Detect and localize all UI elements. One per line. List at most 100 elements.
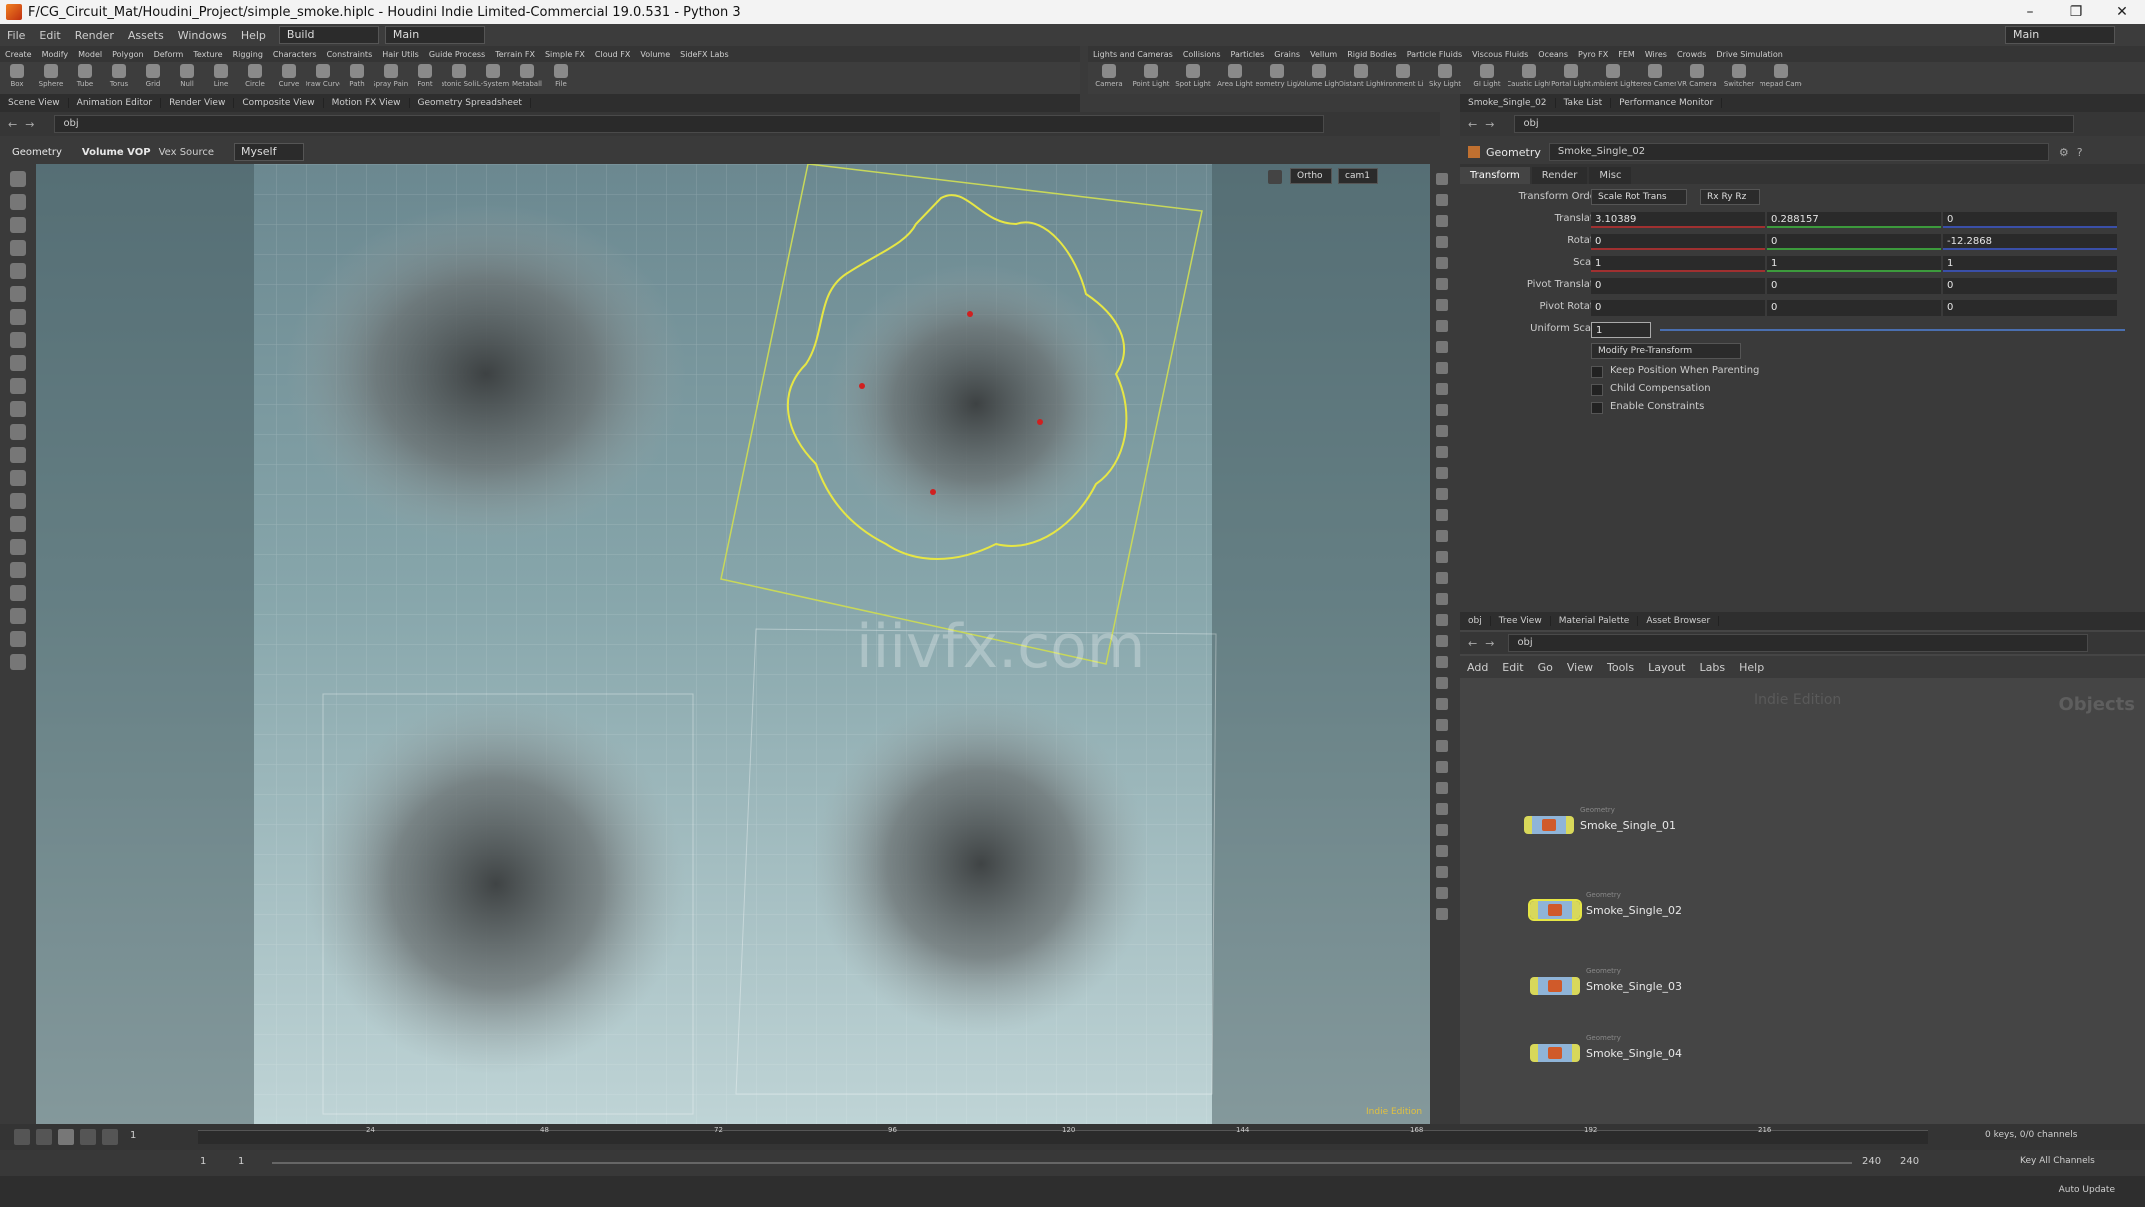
rotate-y-field[interactable]: 0	[1767, 234, 1941, 250]
node-smoke-single-01[interactable]: Geometry Smoke_Single_01	[1524, 806, 1676, 834]
shelf-tab-drive-simulation[interactable]: Drive Simulation	[1711, 50, 1787, 59]
network-editor[interactable]: obj Tree View Material Palette Asset Bro…	[1460, 612, 2145, 1124]
params-back-arrow-icon[interactable]: ←	[1468, 118, 1477, 131]
shelf-tab-create[interactable]: Create	[0, 50, 37, 59]
display-option-icon[interactable]	[1436, 719, 1448, 731]
display-option-icon[interactable]	[1436, 656, 1448, 668]
shelf-tool-l-system[interactable]: L-System	[476, 62, 510, 94]
display-option-icon[interactable]	[1436, 404, 1448, 416]
display-option-icon[interactable]	[1436, 236, 1448, 248]
modify-pre-transform-select[interactable]: Modify Pre-Transform	[1591, 343, 1741, 359]
shelf-tab-particle-fluids[interactable]: Particle Fluids	[1402, 50, 1467, 59]
rotate-x-field[interactable]: 0	[1591, 234, 1765, 250]
transform-order-select[interactable]: Scale Rot Trans	[1591, 189, 1687, 205]
pane-tab-scene-view[interactable]: Scene View	[0, 98, 69, 108]
display-option-icon[interactable]	[1436, 866, 1448, 878]
range-start2-field[interactable]: 1	[238, 1156, 244, 1167]
viewport-tool-icon[interactable]	[10, 355, 26, 371]
shelf-tool-gi-light[interactable]: GI Light	[1466, 62, 1508, 94]
step-back-button[interactable]	[36, 1129, 52, 1145]
pivot-rotate-x-field[interactable]: 0	[1591, 300, 1765, 316]
net-back-arrow-icon[interactable]: ←	[1468, 637, 1477, 650]
display-option-icon[interactable]	[1436, 572, 1448, 584]
minimize-button[interactable]: –	[2007, 0, 2053, 24]
menu-help[interactable]: Help	[234, 29, 273, 42]
display-option-icon[interactable]	[1436, 215, 1448, 227]
display-option-icon[interactable]	[1436, 194, 1448, 206]
net-forward-arrow-icon[interactable]: →	[1485, 637, 1494, 650]
display-option-icon[interactable]	[1436, 320, 1448, 332]
net-menu-add[interactable]: Add	[1460, 661, 1495, 674]
display-option-icon[interactable]	[1436, 635, 1448, 647]
viewport-tool-icon[interactable]	[10, 493, 26, 509]
shelf-tab-modify[interactable]: Modify	[37, 50, 74, 59]
viewport-tool-icon[interactable]	[10, 447, 26, 463]
shelf-tab-volume[interactable]: Volume	[635, 50, 675, 59]
display-option-icon[interactable]	[1436, 803, 1448, 815]
shelf-tool-null[interactable]: Null	[170, 62, 204, 94]
jump-start-button[interactable]	[14, 1129, 30, 1145]
shelf-tab-vellum[interactable]: Vellum	[1305, 50, 1342, 59]
shelf-tool-volume-light[interactable]: Volume Light	[1298, 62, 1340, 94]
display-option-icon[interactable]	[1436, 299, 1448, 311]
node-smoke-single-04[interactable]: Geometry Smoke_Single_04	[1530, 1034, 1682, 1062]
tab-tree-view[interactable]: Tree View	[1491, 616, 1551, 626]
viewport-path-input[interactable]: obj	[54, 115, 1325, 133]
enable-constraints-checkbox[interactable]	[1591, 402, 1603, 414]
tab-material-palette[interactable]: Material Palette	[1551, 616, 1639, 626]
shelf-tab-terrain-fx[interactable]: Terrain FX	[490, 50, 540, 59]
range-slider[interactable]	[272, 1162, 1852, 1164]
viewport-tool-icon[interactable]	[10, 516, 26, 532]
handle-point[interactable]	[967, 311, 973, 317]
stop-button[interactable]	[58, 1129, 74, 1145]
display-option-icon[interactable]	[1436, 446, 1448, 458]
display-option-icon[interactable]	[1436, 341, 1448, 353]
display-option-icon[interactable]	[1436, 425, 1448, 437]
net-menu-go[interactable]: Go	[1531, 661, 1560, 674]
key-all-channels-button[interactable]: Key All Channels	[2020, 1156, 2095, 1166]
pane-tab-animation-editor[interactable]: Animation Editor	[69, 98, 162, 108]
pane-tab-render-view[interactable]: Render View	[161, 98, 235, 108]
menu-render[interactable]: Render	[68, 29, 121, 42]
display-option-icon[interactable]	[1436, 887, 1448, 899]
shelf-tab-model[interactable]: Model	[73, 50, 107, 59]
shelf-tool-spray-paint[interactable]: Spray Paint	[374, 62, 408, 94]
tab-transform[interactable]: Transform	[1460, 167, 1530, 184]
viewport-tool-icon[interactable]	[10, 309, 26, 325]
myself-select[interactable]: Myself	[234, 143, 305, 161]
pane-tab-motion-fx-view[interactable]: Motion FX View	[324, 98, 410, 108]
translate-x-field[interactable]: 3.10389	[1591, 212, 1765, 228]
smoke-cloud-02[interactable]	[826, 264, 1126, 544]
shelf-tool-grid[interactable]: Grid	[136, 62, 170, 94]
viewport-tool-icon[interactable]	[10, 654, 26, 670]
shelf-tab-simple-fx[interactable]: Simple FX	[540, 50, 590, 59]
display-option-icon[interactable]	[1436, 362, 1448, 374]
shelf-tool-curve[interactable]: Curve	[272, 62, 306, 94]
display-option-icon[interactable]	[1436, 173, 1448, 185]
shelf-tab-hair-utils[interactable]: Hair Utils	[377, 50, 424, 59]
shelf-tool-platonic-solids[interactable]: Platonic Solids	[442, 62, 476, 94]
shelf-tab-fem[interactable]: FEM	[1613, 50, 1640, 59]
shelf-tab-particles[interactable]: Particles	[1226, 50, 1270, 59]
range-end2-field[interactable]: 240	[1900, 1156, 1919, 1167]
pane-tab-composite-view[interactable]: Composite View	[234, 98, 324, 108]
scale-x-field[interactable]: 1	[1591, 256, 1765, 272]
viewport-tool-icon[interactable]	[10, 286, 26, 302]
handle-point[interactable]	[859, 383, 865, 389]
display-option-icon[interactable]	[1436, 488, 1448, 500]
node-name-input[interactable]: Smoke_Single_02	[1548, 143, 2049, 161]
net-menu-tools[interactable]: Tools	[1600, 661, 1641, 674]
geometry-context-label[interactable]: Geometry	[12, 147, 62, 158]
display-option-icon[interactable]	[1436, 845, 1448, 857]
shelf-tool-camera[interactable]: Camera	[1088, 62, 1130, 94]
network-path-input[interactable]: obj	[1508, 634, 2089, 652]
display-option-icon[interactable]	[1436, 509, 1448, 521]
range-start-field[interactable]: 1	[200, 1156, 206, 1167]
shelf-tab-sidefx-labs[interactable]: SideFX Labs	[675, 50, 734, 59]
range-end-field[interactable]: 240	[1862, 1156, 1881, 1167]
shelf-tab-lights-and-cameras[interactable]: Lights and Cameras	[1088, 50, 1178, 59]
handle-point[interactable]	[1037, 419, 1043, 425]
pivot-translate-z-field[interactable]: 0	[1943, 278, 2117, 294]
display-option-icon[interactable]	[1436, 383, 1448, 395]
uniform-scale-slider[interactable]	[1660, 329, 2125, 331]
